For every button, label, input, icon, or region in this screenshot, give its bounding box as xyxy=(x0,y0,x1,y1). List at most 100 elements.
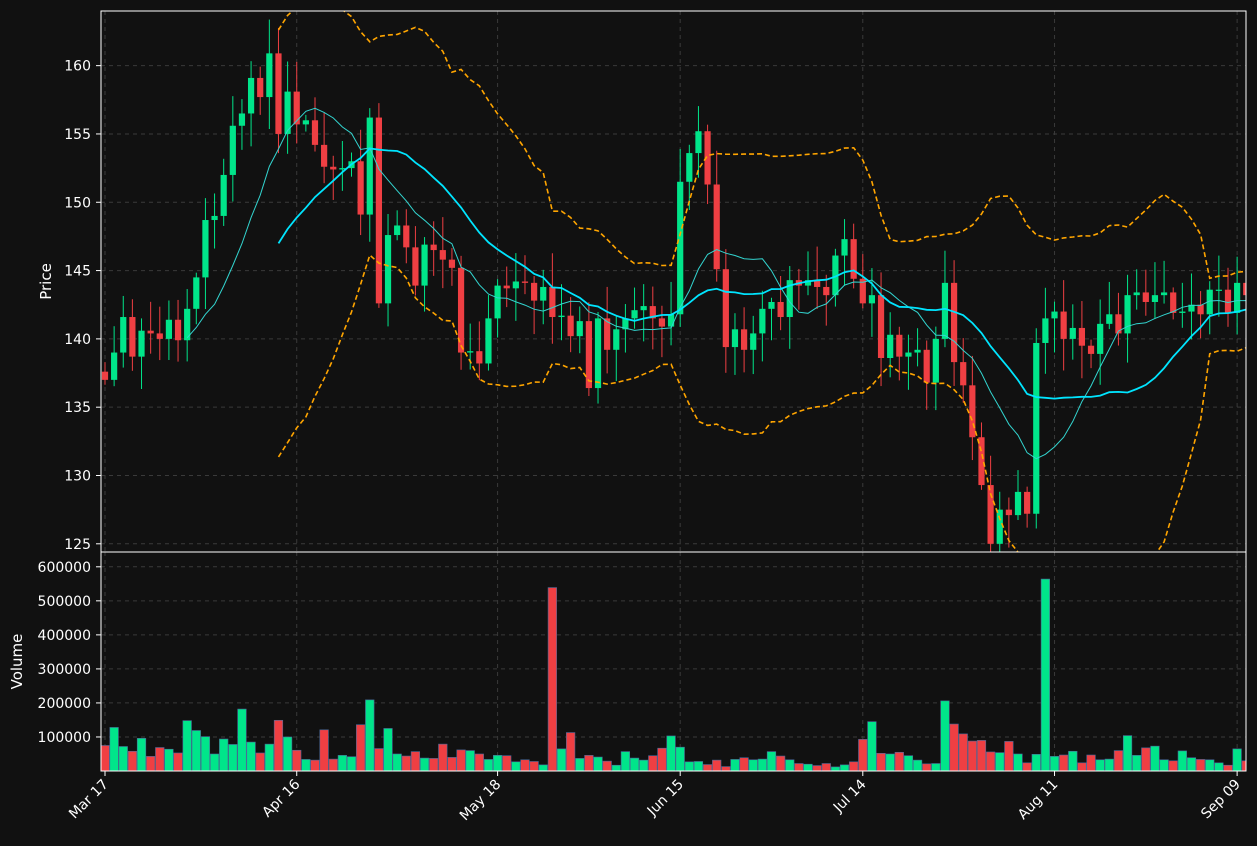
candle-down xyxy=(129,317,135,357)
volume-bar xyxy=(229,744,238,771)
candle-down xyxy=(924,350,930,383)
volume-bar xyxy=(1205,760,1214,771)
volume-bar xyxy=(612,765,621,771)
candle-up xyxy=(1152,295,1158,302)
volume-bar xyxy=(995,753,1004,771)
candle-up xyxy=(421,245,427,286)
candle-up xyxy=(467,351,473,352)
candle-up xyxy=(750,333,756,349)
volume-bar xyxy=(639,760,648,771)
volume-tick-label: 100000 xyxy=(38,730,91,746)
volume-bar xyxy=(968,741,977,771)
volume-bar xyxy=(1233,749,1242,771)
candle-down xyxy=(403,225,409,247)
volume-bar xyxy=(959,734,968,771)
volume-bar xyxy=(986,752,995,771)
volume-bar xyxy=(1087,755,1096,771)
volume-bar xyxy=(311,760,320,771)
volume-bar xyxy=(411,752,420,771)
volume-bar xyxy=(913,760,922,771)
candle-up xyxy=(1161,292,1167,295)
candle-down xyxy=(568,316,574,336)
volume-bar xyxy=(265,744,274,771)
volume-bar xyxy=(749,760,758,771)
candle-down xyxy=(978,437,984,485)
volume-bar xyxy=(840,765,849,771)
candle-up xyxy=(1042,318,1048,343)
price-tick-label: 140 xyxy=(64,332,91,348)
volume-bar xyxy=(302,759,311,771)
candle-up xyxy=(367,118,373,215)
candle-up xyxy=(668,314,674,326)
candle-down xyxy=(504,286,510,289)
volume-bar xyxy=(238,709,247,771)
volume-bar xyxy=(174,753,183,771)
volume-bar xyxy=(375,749,384,771)
candle-down xyxy=(476,351,482,363)
volume-bar xyxy=(329,759,338,771)
candle-up xyxy=(759,309,765,334)
candle-down xyxy=(878,295,884,358)
volume-bar xyxy=(603,761,612,771)
volume-bar xyxy=(457,750,466,771)
candle-down xyxy=(659,318,665,326)
volume-bar xyxy=(420,758,429,771)
candle-down xyxy=(358,161,364,214)
candle-up xyxy=(1216,290,1222,291)
volume-bar xyxy=(922,764,931,771)
candle-up xyxy=(202,220,208,277)
volume-bar xyxy=(932,764,941,771)
candle-down xyxy=(778,302,784,317)
candle-down xyxy=(531,283,537,301)
volume-bar xyxy=(384,728,393,771)
candle-up xyxy=(1097,324,1103,354)
volume-bar xyxy=(502,756,511,771)
candle-down xyxy=(431,245,437,250)
volume-bar xyxy=(868,722,877,771)
volume-bar xyxy=(475,754,484,771)
candle-up xyxy=(1179,312,1185,313)
volume-bar xyxy=(649,756,658,771)
volume-bar xyxy=(1160,760,1169,771)
candle-down xyxy=(522,282,528,283)
volume-axis-title: Volume xyxy=(8,634,26,690)
volume-bar xyxy=(621,752,630,771)
candle-down xyxy=(376,118,382,304)
candle-down xyxy=(257,78,263,97)
candle-down xyxy=(1006,510,1012,515)
candle-up xyxy=(942,283,948,339)
candle-down xyxy=(896,335,902,357)
price-tick-label: 125 xyxy=(64,537,91,553)
volume-bar xyxy=(813,766,822,771)
candle-up xyxy=(1015,492,1021,515)
volume-bar xyxy=(731,759,740,771)
volume-bar xyxy=(1105,759,1114,771)
candle-down xyxy=(549,287,555,317)
volume-bar xyxy=(1014,754,1023,771)
candle-up xyxy=(641,306,647,310)
volume-bar xyxy=(1169,761,1178,771)
volume-bar xyxy=(740,758,749,771)
volume-bar xyxy=(858,739,867,771)
volume-bar xyxy=(439,744,448,771)
volume-bar xyxy=(1151,746,1160,771)
volume-bar xyxy=(722,767,731,771)
candle-down xyxy=(714,185,720,270)
candle-up xyxy=(193,277,199,308)
candle-down xyxy=(951,283,957,362)
chart-background xyxy=(0,0,1257,842)
candle-down xyxy=(440,250,446,260)
candle-up xyxy=(914,350,920,353)
candle-up xyxy=(1134,292,1140,295)
volume-bar xyxy=(694,761,703,771)
volume-bar xyxy=(886,754,895,771)
volume-bar xyxy=(356,725,365,771)
volume-bar xyxy=(429,758,438,771)
volume-tick-label: 600000 xyxy=(38,560,91,576)
volume-bar xyxy=(393,754,402,771)
candle-up xyxy=(841,239,847,255)
volume-bar xyxy=(585,755,594,771)
candle-up xyxy=(768,302,774,309)
candle-up xyxy=(1234,283,1240,313)
candle-up xyxy=(248,78,254,114)
